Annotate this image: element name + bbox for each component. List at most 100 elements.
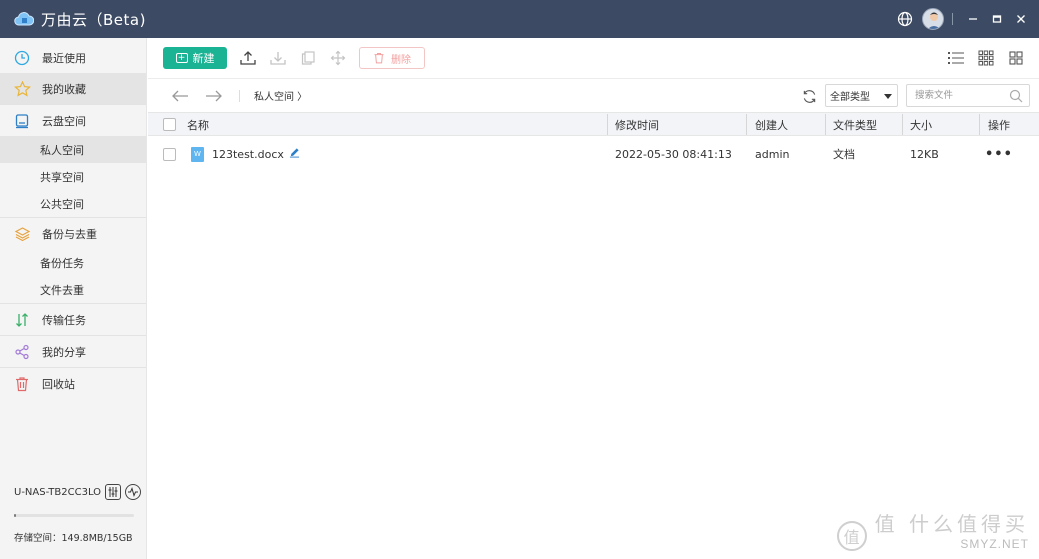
sidebar-item-label: 最近使用: [42, 51, 86, 65]
column-header-modified[interactable]: 修改时间: [615, 113, 659, 136]
table-header: 名称 修改时间 创建人 文件类型 大小 操作: [148, 112, 1039, 136]
sidebar-item-label: 备份与去重: [42, 227, 97, 241]
watermark: 值 值 什么值得买 SMYZ.NET: [836, 508, 1029, 551]
delete-button[interactable]: 删除: [359, 47, 425, 69]
more-actions-button[interactable]: •••: [985, 141, 1013, 167]
select-all-checkbox[interactable]: [163, 118, 176, 131]
user-avatar[interactable]: [922, 8, 944, 30]
new-button-label: 新建: [192, 52, 215, 65]
column-divider[interactable]: [902, 114, 903, 135]
sidebar-item-private-space[interactable]: 私人空间: [0, 136, 146, 163]
drive-icon: [13, 112, 31, 130]
refresh-icon[interactable]: [800, 87, 818, 105]
sidebar-item-public-space[interactable]: 公共空间: [0, 190, 146, 217]
minimize-button[interactable]: [961, 0, 985, 38]
star-icon: [13, 80, 31, 98]
path-bar: 私人空间 〉 全部类型: [148, 78, 1039, 112]
list-view-icon[interactable]: [941, 47, 971, 69]
storage-progress-bar: [14, 514, 134, 517]
move-icon[interactable]: [323, 47, 353, 69]
trash-icon: [13, 375, 31, 393]
app-title: 万由云（Beta): [41, 10, 146, 29]
chevron-down-icon: [884, 94, 892, 99]
watermark-line1: 值 什么值得买: [874, 512, 1029, 536]
storage-text: 存储空间：149.8MB/15GB: [14, 533, 133, 544]
file-modified-time: 2022-05-30 08:41:13: [615, 147, 732, 161]
file-type-select[interactable]: 全部类型: [825, 84, 898, 107]
file-name[interactable]: 123test.docx: [212, 148, 284, 161]
search-input[interactable]: [907, 85, 1007, 106]
breadcrumb[interactable]: 私人空间 〉: [254, 88, 307, 103]
sidebar: 最近使用 我的收藏 云盘空间 私人空间 共享空间 公共空间 备份与去重 备份任务…: [0, 38, 147, 559]
sidebar-item-label: 我的分享: [42, 345, 86, 359]
layers-icon: [13, 225, 31, 243]
sidebar-item-backup[interactable]: 备份与去重: [0, 218, 146, 249]
column-divider[interactable]: [979, 114, 980, 135]
column-divider[interactable]: [607, 114, 608, 135]
device-name: U-NAS-TB2CC3LO: [14, 486, 102, 498]
word-document-icon: W: [191, 146, 204, 162]
watermark-logo-icon: 值: [836, 521, 867, 551]
sidebar-item-dedupe[interactable]: 文件去重: [0, 276, 146, 303]
file-type: 文档: [833, 148, 855, 161]
title-bar: 万由云（Beta): [0, 0, 1039, 38]
sidebar-item-label: 回收站: [42, 377, 75, 391]
file-name-cell: W 123test.docx: [191, 141, 300, 167]
trash-icon: [374, 53, 384, 64]
main-panel: + 新建 删除 私人空间 〉 全部类型 搜索文件 名称 修改时间 创建人 文件类…: [148, 38, 1039, 559]
sidebar-item-trash[interactable]: 回收站: [0, 368, 146, 399]
close-button[interactable]: [1009, 0, 1033, 38]
sidebar-item-label: 我的收藏: [42, 82, 86, 96]
sidebar-item-label: 云盘空间: [42, 114, 86, 128]
delete-button-label: 删除: [391, 54, 411, 66]
sidebar-item-favorites[interactable]: 我的收藏: [0, 73, 146, 104]
copy-icon[interactable]: [293, 47, 323, 69]
cloud-logo-icon: [13, 8, 35, 30]
watermark-text: 值 什么值得买 SMYZ.NET: [875, 508, 1029, 551]
file-creator: admin: [755, 147, 790, 161]
column-header-type[interactable]: 文件类型: [833, 113, 877, 136]
table-row[interactable]: W 123test.docx 2022-05-30 08:41:13 admin…: [148, 141, 1039, 167]
new-button[interactable]: + 新建: [163, 47, 227, 69]
search-icon[interactable]: [1009, 89, 1023, 106]
column-divider[interactable]: [746, 114, 747, 135]
sidebar-item-shares[interactable]: 我的分享: [0, 336, 146, 367]
column-divider[interactable]: [825, 114, 826, 135]
share-icon: [13, 343, 31, 361]
toolbar: + 新建 删除: [148, 38, 1039, 78]
forward-arrow-icon[interactable]: [197, 81, 231, 111]
watermark-line2: SMYZ.NET: [960, 537, 1029, 551]
file-type-select-value: 全部类型: [830, 92, 870, 103]
storage-progress-fill: [14, 514, 16, 517]
title-separator: [952, 13, 953, 25]
sidebar-item-shared-space[interactable]: 共享空间: [0, 163, 146, 190]
search-box: [906, 84, 1030, 107]
transfer-arrows-icon: [13, 311, 31, 329]
grid-small-view-icon[interactable]: [971, 47, 1001, 69]
plus-icon: +: [175, 53, 188, 63]
sidebar-item-label: 传输任务: [42, 313, 86, 327]
sidebar-item-backup-tasks[interactable]: 备份任务: [0, 249, 146, 276]
grid-large-view-icon[interactable]: [1001, 47, 1031, 69]
column-header-creator[interactable]: 创建人: [755, 113, 788, 136]
edit-pencil-icon[interactable]: [289, 147, 300, 161]
upload-icon[interactable]: [233, 47, 263, 69]
breadcrumb-separator: [239, 89, 240, 102]
row-checkbox[interactable]: [163, 147, 176, 161]
select-all-checkbox-cell: [163, 113, 176, 136]
globe-icon[interactable]: [894, 8, 916, 30]
activity-icon[interactable]: [125, 484, 142, 500]
view-switcher: [941, 47, 1031, 69]
download-icon[interactable]: [263, 47, 293, 69]
row-checkbox-cell: [163, 141, 176, 167]
back-arrow-icon[interactable]: [163, 81, 197, 111]
sidebar-item-cloud-space[interactable]: 云盘空间: [0, 105, 146, 136]
maximize-button[interactable]: [985, 0, 1009, 38]
sidebar-item-recent[interactable]: 最近使用: [0, 42, 146, 73]
column-header-name[interactable]: 名称: [187, 113, 209, 136]
sidebar-item-transfer[interactable]: 传输任务: [0, 304, 146, 335]
device-info: U-NAS-TB2CC3LO: [14, 484, 142, 500]
equalizer-icon[interactable]: [105, 484, 122, 500]
file-size: 12KB: [910, 147, 939, 161]
column-header-size[interactable]: 大小: [910, 113, 932, 136]
